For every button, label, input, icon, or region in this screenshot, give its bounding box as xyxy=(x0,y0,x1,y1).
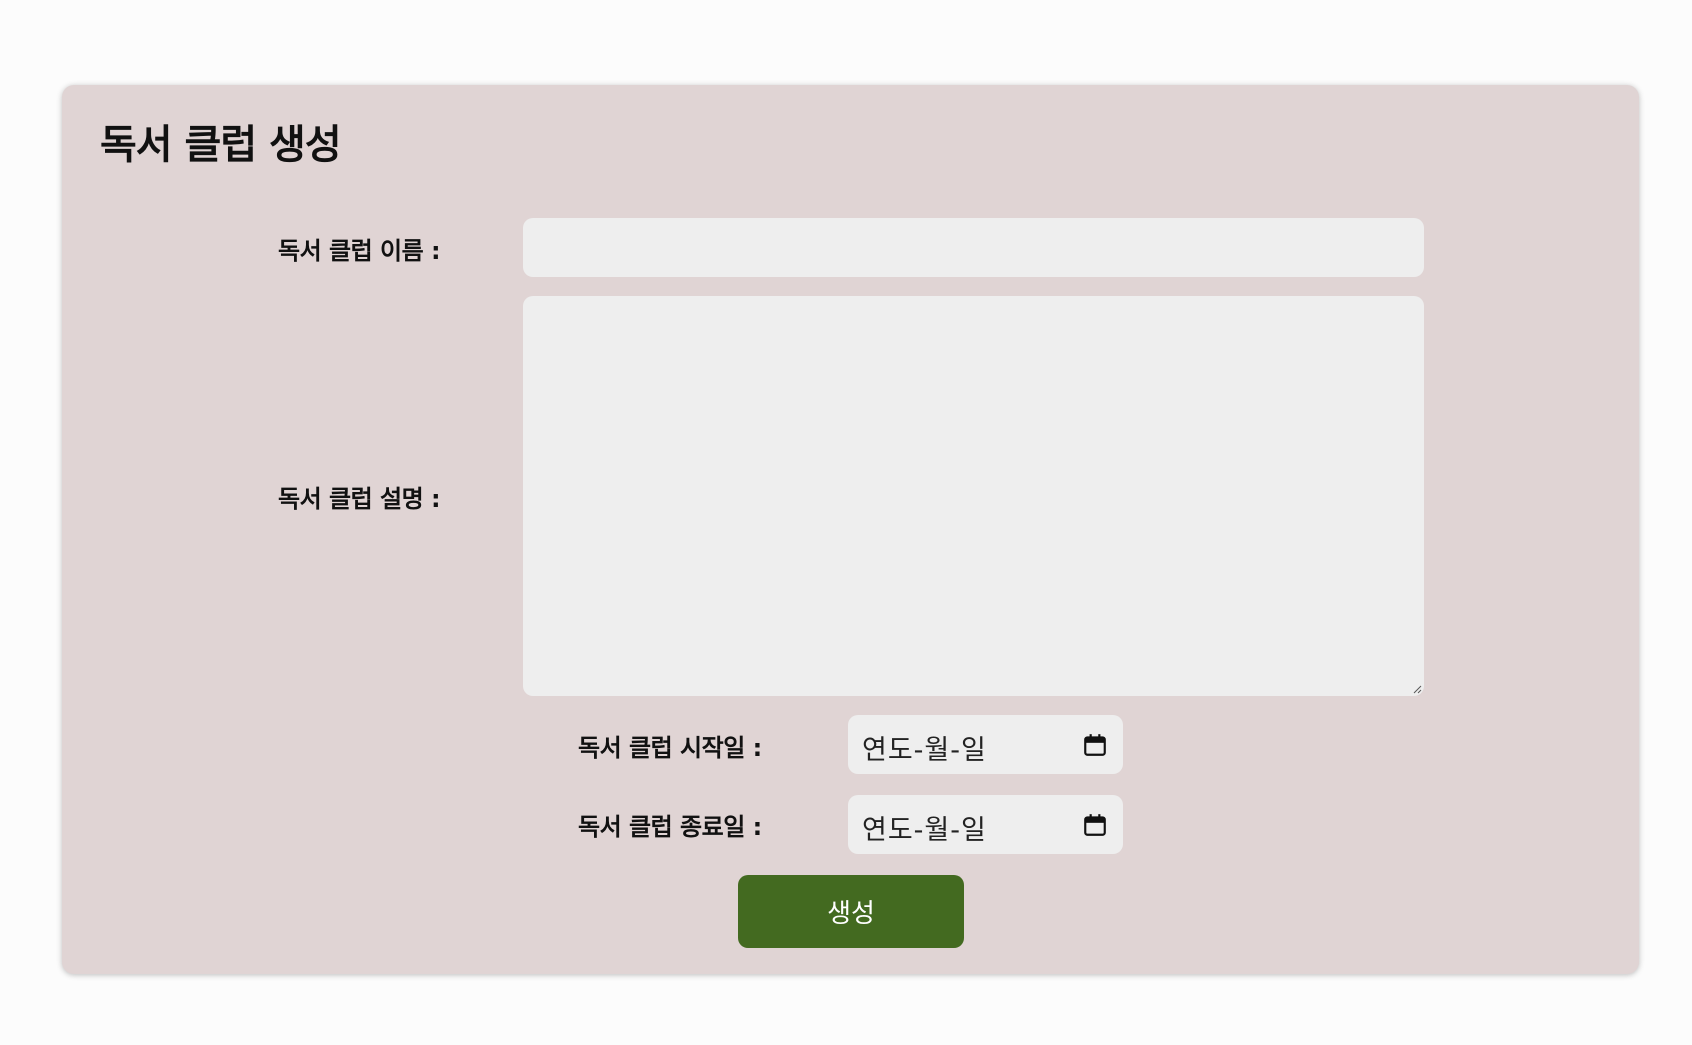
end-date-input[interactable]: 연도-월-일 xyxy=(848,795,1123,854)
start-date-placeholder: 연도-월-일 xyxy=(862,735,987,766)
end-date-placeholder: 연도-월-일 xyxy=(862,815,987,846)
page-title: 독서 클럽 생성 xyxy=(100,122,342,168)
club-description-label: 독서 클럽 설명 : xyxy=(278,485,441,513)
calendar-icon[interactable] xyxy=(1082,732,1108,758)
resize-grip-icon[interactable] xyxy=(1412,684,1422,694)
club-name-input[interactable] xyxy=(523,218,1424,277)
club-description-textarea[interactable] xyxy=(523,296,1424,696)
start-date-input[interactable]: 연도-월-일 xyxy=(848,715,1123,774)
calendar-icon[interactable] xyxy=(1082,812,1108,838)
club-name-label: 독서 클럽 이름 : xyxy=(278,237,441,265)
create-club-card: 독서 클럽 생성 독서 클럽 이름 : 독서 클럽 설명 : 독서 클럽 시작일… xyxy=(62,85,1639,974)
start-date-label: 독서 클럽 시작일 : xyxy=(578,734,762,762)
create-button[interactable]: 생성 xyxy=(738,875,964,948)
end-date-label: 독서 클럽 종료일 : xyxy=(578,813,762,841)
